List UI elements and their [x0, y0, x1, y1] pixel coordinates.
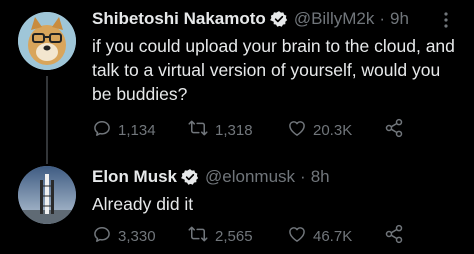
avatar-shibetoshi[interactable]	[18, 12, 76, 70]
reply-count: 3,330	[118, 227, 156, 245]
like-button[interactable]: 46.7K	[287, 224, 384, 248]
like-button[interactable]: 20.3K	[287, 118, 384, 142]
retweet-icon	[187, 118, 215, 142]
timestamp[interactable]: 9h	[390, 8, 409, 30]
share-button[interactable]	[384, 118, 408, 142]
retweet-count: 2,565	[215, 227, 253, 245]
tweet-actions: 3,330 2,565 46.7K	[92, 224, 434, 248]
tweet-header: Elon Musk @elonmusk · 8h	[92, 166, 434, 188]
reply-count: 1,134	[118, 121, 156, 139]
like-icon	[287, 224, 313, 248]
tweet-reply[interactable]: Elon Musk @elonmusk · 8h Already did it …	[0, 158, 474, 254]
separator-dot: ·	[379, 9, 386, 28]
like-icon	[287, 118, 313, 142]
reply-icon	[92, 118, 118, 142]
retweet-count: 1,318	[215, 121, 253, 139]
tweet-header: Shibetoshi Nakamoto @BillyM2k · 9h	[92, 8, 434, 30]
timestamp[interactable]: 8h	[311, 166, 330, 188]
verified-badge-icon	[269, 10, 288, 28]
author-name[interactable]: Elon Musk	[92, 166, 177, 188]
avatar-elonmusk[interactable]	[18, 166, 76, 224]
author-handle[interactable]: @BillyM2k	[294, 8, 375, 30]
separator-dot: ·	[300, 167, 306, 186]
thread-connector-line	[46, 76, 48, 164]
share-icon	[384, 118, 410, 142]
tweet-parent[interactable]: Shibetoshi Nakamoto @BillyM2k · 9h if yo…	[0, 0, 474, 164]
reply-button[interactable]: 1,134	[92, 118, 187, 142]
more-options-icon[interactable]	[436, 10, 456, 30]
like-count: 20.3K	[313, 121, 353, 139]
share-button[interactable]	[384, 224, 408, 248]
retweet-button[interactable]: 2,565	[187, 224, 287, 248]
share-icon	[384, 224, 410, 248]
reply-button[interactable]: 3,330	[92, 224, 187, 248]
reply-icon	[92, 224, 118, 248]
tweet-text: if you could upload your brain to the cl…	[92, 36, 455, 104]
verified-badge-icon	[181, 168, 199, 186]
retweet-button[interactable]: 1,318	[187, 118, 287, 142]
like-count: 46.7K	[313, 227, 353, 245]
tweet-actions: 1,134 1,318 20.3K	[92, 118, 434, 142]
tweet-text: Already did it	[92, 194, 194, 214]
author-name[interactable]: Shibetoshi Nakamoto	[92, 8, 266, 30]
author-handle[interactable]: @elonmusk	[205, 166, 295, 188]
retweet-icon	[187, 224, 215, 248]
